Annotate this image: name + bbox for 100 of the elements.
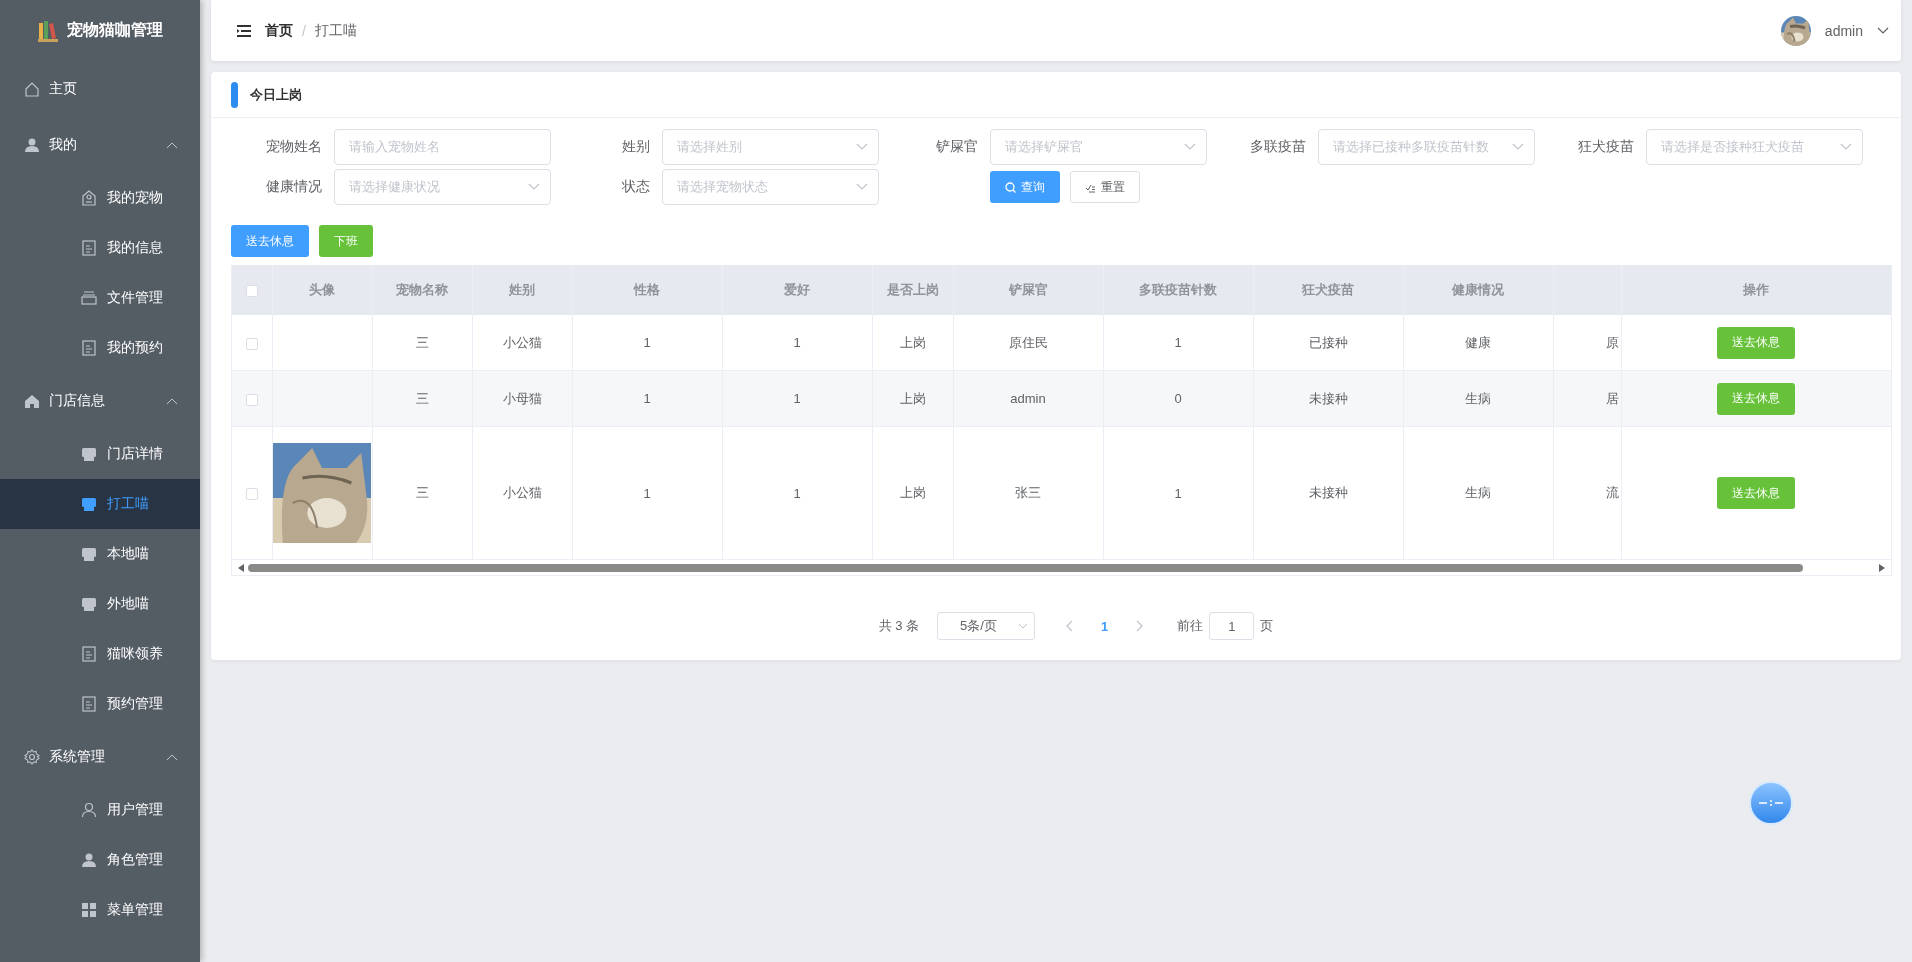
table-cell: 1 (643, 485, 651, 501)
card-title: 今日上岗 (250, 85, 302, 104)
breadcrumb-item[interactable]: 打工喵 (314, 21, 357, 40)
table-cell: 生病 (1465, 485, 1491, 500)
breadcrumb-separator: / (302, 22, 306, 39)
home-icon (24, 81, 40, 97)
field-label: 状态 (621, 178, 650, 196)
table-cell: admin (1010, 391, 1046, 406)
books-logo-icon (37, 19, 59, 42)
user-icon (24, 137, 40, 153)
table-cell: 三 (415, 390, 429, 406)
table-cell: 上岗 (899, 485, 926, 500)
document-icon (81, 646, 97, 662)
page-size-select[interactable]: 5条/页 (937, 612, 1036, 640)
table-cell: 健康 (1465, 334, 1491, 350)
menu-item[interactable]: 文件管理 (0, 273, 200, 323)
menu-item[interactable]: 菜单管理 (0, 885, 200, 935)
chevron-up-icon (166, 397, 178, 405)
menu-group[interactable]: 系统管理 (0, 729, 200, 785)
tag-icon (81, 190, 97, 206)
chevron-down-icon (1512, 143, 1524, 151)
menu-icon[interactable] (236, 23, 252, 38)
table-cell: 上岗 (899, 334, 926, 350)
table-cell: 三 (415, 334, 429, 350)
table-cell: 未接种 (1308, 390, 1348, 406)
document-icon (81, 696, 97, 712)
table-cell: 1 (793, 391, 801, 406)
field-label: 健康情况 (265, 178, 322, 196)
user-name[interactable]: admin (1824, 22, 1863, 39)
previous-page-icon[interactable] (1065, 620, 1074, 632)
menu-item[interactable]: 我的预约 (0, 323, 200, 373)
chevron-down-icon (1018, 623, 1029, 629)
table-cell: 1 (793, 335, 801, 350)
next-page-icon[interactable] (1136, 620, 1145, 632)
table-cell: 流 (1605, 485, 1619, 500)
table-cell: 张三 (1015, 485, 1041, 500)
jump-label: 前往 (1177, 617, 1204, 635)
table-cell: 1 (643, 391, 651, 406)
checkbox[interactable] (245, 285, 258, 298)
menu-item[interactable]: 我的信息 (0, 223, 200, 273)
menu-item[interactable]: 猫咪领养 (0, 629, 200, 679)
settings-icon (24, 749, 40, 765)
floating-clock-button[interactable] (1749, 781, 1793, 825)
scroll-right-icon (1879, 563, 1885, 572)
search-icon (1005, 181, 1016, 193)
field-label: 狂犬疫苗 (1577, 138, 1634, 156)
chevron-down-icon (528, 183, 540, 191)
menu-item[interactable]: 门店详情 (0, 429, 200, 479)
menu-group[interactable]: 我的 (0, 117, 200, 173)
menu-item[interactable]: 本地喵 (0, 529, 200, 579)
field-label: 姓别 (621, 138, 650, 156)
table-cell: 居 (1605, 390, 1619, 406)
document-icon (81, 240, 97, 256)
column-header: 铲屎官 (1008, 282, 1048, 297)
chevron-up-icon (166, 753, 178, 761)
field-label: 铲屎官 (935, 138, 978, 156)
column-header: 狂犬疫苗 (1302, 282, 1354, 297)
page-input[interactable]: 1 (1209, 612, 1255, 640)
checkbox[interactable] (245, 337, 258, 350)
chevron-down-icon (1840, 143, 1852, 151)
menu-item[interactable]: 用户管理 (0, 785, 200, 835)
menu-item[interactable]: 角色管理 (0, 835, 200, 885)
checkbox[interactable] (245, 393, 258, 406)
breadcrumb-item[interactable]: 首页 (265, 21, 293, 40)
menu-item[interactable]: 我的宠物 (0, 173, 200, 223)
menu-item[interactable]: 外地喵 (0, 579, 200, 629)
table-cell: 小公猫 (502, 485, 542, 500)
grid-icon (81, 902, 97, 918)
stall-icon (81, 596, 97, 612)
column-header: 爱好 (784, 282, 810, 297)
table-cell: 小母猫 (502, 390, 542, 406)
column-header: 多联疫苗针数 (1139, 282, 1217, 297)
table-cell: 原住民 (1008, 334, 1048, 350)
menu-group[interactable]: 门店信息 (0, 373, 200, 429)
table-cell: 1 (793, 485, 801, 501)
menu-item[interactable]: 预约管理 (0, 679, 200, 729)
column-header: 性格 (634, 282, 660, 297)
document-icon (81, 340, 97, 356)
table-cell: 1 (1174, 335, 1182, 350)
user-icon (81, 802, 97, 818)
reset-button[interactable]: 重置 (1070, 171, 1140, 203)
table-cell: 未接种 (1308, 485, 1348, 500)
menu-item[interactable]: 打工喵 (0, 479, 200, 529)
app-title: 宠物猫咖管理 (67, 20, 163, 40)
column-header: 姓别 (509, 282, 535, 297)
table-cell: 小公猫 (502, 334, 542, 350)
table-cell: 三 (415, 485, 429, 500)
chevron-down-icon (856, 183, 868, 191)
table-cell: 1 (1174, 485, 1182, 501)
menu-item[interactable]: 主页 (0, 61, 200, 117)
accent-bar (231, 81, 238, 108)
chevron-down-icon (856, 143, 868, 151)
table-cell: 上岗 (899, 390, 926, 406)
chevron-down-icon (1184, 143, 1196, 151)
checkbox[interactable] (245, 488, 258, 501)
field-label: 多联疫苗 (1249, 138, 1306, 156)
user-icon (81, 852, 97, 868)
house-icon (24, 393, 40, 409)
chevron-down-icon[interactable] (1877, 26, 1889, 35)
page-suffix: 页 (1260, 617, 1274, 635)
